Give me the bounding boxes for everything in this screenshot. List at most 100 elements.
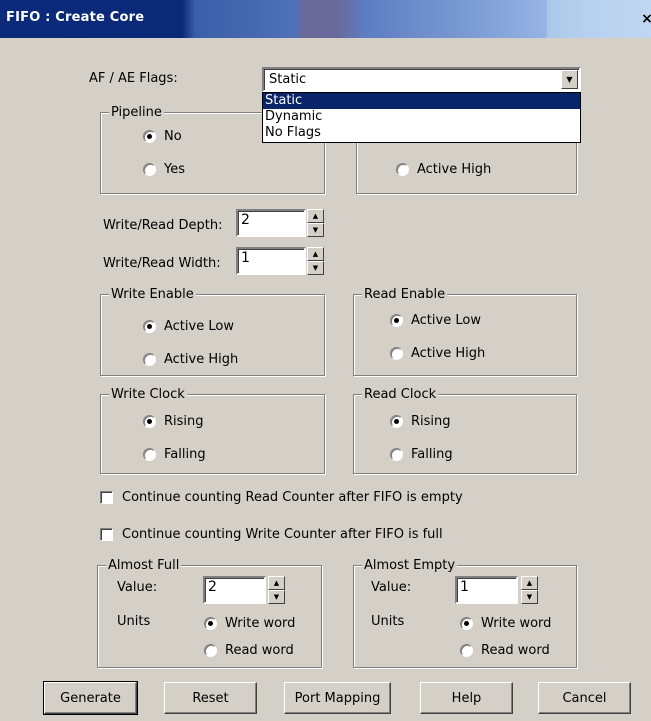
radio-unchecked-icon xyxy=(390,448,403,461)
radio-unchecked-icon xyxy=(390,347,403,360)
flags-dropdown-list: Static Dynamic No Flags xyxy=(262,92,581,143)
radio-checked-icon xyxy=(143,415,156,428)
read-clock-falling-radio[interactable]: Falling xyxy=(390,447,453,462)
write-enable-legend: Write Enable xyxy=(109,287,196,302)
read-clock-rising-radio[interactable]: Rising xyxy=(390,414,451,429)
radio-label: Falling xyxy=(164,447,206,462)
dropdown-option-dynamic[interactable]: Dynamic xyxy=(263,109,580,125)
radio-label: Rising xyxy=(164,414,204,429)
flags-label: AF / AE Flags: xyxy=(89,71,178,86)
radio-unchecked-icon xyxy=(460,644,473,657)
cancel-button[interactable]: Cancel xyxy=(538,682,631,714)
read-clock-legend: Read Clock xyxy=(362,387,439,402)
radio-checked-icon xyxy=(143,130,156,143)
radio-label: Active High xyxy=(411,346,486,361)
read-enable-active-low-radio[interactable]: Active Low xyxy=(390,313,481,328)
radio-checked-icon xyxy=(460,617,473,630)
read-counter-checkbox[interactable]: Continue counting Read Counter after FIF… xyxy=(100,490,463,505)
reset-button[interactable]: Reset xyxy=(164,682,257,714)
radio-label: Active Low xyxy=(164,319,234,334)
read-enable-group: Read Enable xyxy=(353,287,577,376)
width-label: Write/Read Width: xyxy=(103,256,221,271)
almost-full-write-word-radio[interactable]: Write word xyxy=(204,616,295,631)
help-button[interactable]: Help xyxy=(420,682,513,714)
almost-empty-units-label: Units xyxy=(371,614,405,629)
write-clock-rising-radio[interactable]: Rising xyxy=(143,414,204,429)
radio-checked-icon xyxy=(143,320,156,333)
spin-up-icon[interactable]: ▲ xyxy=(521,576,538,590)
pipeline-legend: Pipeline xyxy=(109,105,164,120)
radio-checked-icon xyxy=(204,617,217,630)
almost-full-units-label: Units xyxy=(117,614,151,629)
radio-label: Active Low xyxy=(411,313,481,328)
almost-full-value-input[interactable]: 2 xyxy=(203,576,266,604)
checkbox-label: Continue counting Read Counter after FIF… xyxy=(122,490,463,505)
almost-full-value-label: Value: xyxy=(117,580,158,595)
write-clock-group: Write Clock xyxy=(100,387,325,474)
almost-empty-value-input[interactable]: 1 xyxy=(455,576,518,604)
read-enable-active-high-radio[interactable]: Active High xyxy=(390,346,485,361)
radio-label: No xyxy=(164,129,182,144)
generate-button[interactable]: Generate xyxy=(43,681,138,715)
chevron-down-icon[interactable]: ▼ xyxy=(561,70,578,89)
checkbox-label: Continue counting Write Counter after FI… xyxy=(122,527,443,542)
almost-empty-write-word-radio[interactable]: Write word xyxy=(460,616,551,631)
radio-unchecked-icon xyxy=(143,448,156,461)
almost-empty-value-label: Value: xyxy=(371,580,412,595)
almost-empty-legend: Almost Empty xyxy=(362,558,458,573)
dropdown-option-static[interactable]: Static xyxy=(263,93,580,109)
radio-unchecked-icon xyxy=(396,163,409,176)
flags-select-value: Static xyxy=(269,72,307,87)
width-input[interactable]: 1 xyxy=(236,247,306,275)
radio-unchecked-icon xyxy=(143,353,156,366)
depth-input[interactable]: 2 xyxy=(236,209,306,237)
spin-up-icon[interactable]: ▲ xyxy=(307,209,324,223)
port-mapping-button[interactable]: Port Mapping xyxy=(284,682,391,714)
depth-spinner[interactable]: ▲ ▼ xyxy=(307,209,324,237)
flags-select[interactable]: Static ▼ xyxy=(262,67,581,92)
write-clock-legend: Write Clock xyxy=(109,387,187,402)
radio-label: Read word xyxy=(481,643,550,658)
radio-label: Active High xyxy=(417,162,492,177)
radio-label: Write word xyxy=(225,616,296,631)
dialog-window: FIFO : Create Core × AF / AE Flags: Pipe… xyxy=(0,0,651,721)
checkbox-icon xyxy=(100,528,113,541)
almost-empty-spinner[interactable]: ▲ ▼ xyxy=(521,576,538,604)
write-clock-falling-radio[interactable]: Falling xyxy=(143,447,206,462)
spin-down-icon[interactable]: ▼ xyxy=(307,261,324,275)
almost-full-spinner[interactable]: ▲ ▼ xyxy=(268,576,285,604)
window-title: FIFO : Create Core xyxy=(6,10,145,25)
pipeline-no-radio[interactable]: No xyxy=(143,129,182,144)
radio-checked-icon xyxy=(390,415,403,428)
spin-up-icon[interactable]: ▲ xyxy=(268,576,285,590)
width-spinner[interactable]: ▲ ▼ xyxy=(307,247,324,275)
pipeline-yes-radio[interactable]: Yes xyxy=(143,162,185,177)
checkbox-icon xyxy=(100,491,113,504)
almost-empty-read-word-radio[interactable]: Read word xyxy=(460,643,550,658)
spin-down-icon[interactable]: ▼ xyxy=(307,223,324,237)
radio-label: Yes xyxy=(164,162,185,177)
write-enable-active-high-radio[interactable]: Active High xyxy=(143,352,238,367)
radio-label: Active High xyxy=(164,352,239,367)
radio-checked-icon xyxy=(390,314,403,327)
title-bar[interactable]: FIFO : Create Core × xyxy=(0,0,651,38)
spin-down-icon[interactable]: ▼ xyxy=(521,590,538,604)
write-counter-checkbox[interactable]: Continue counting Write Counter after FI… xyxy=(100,527,443,542)
close-icon[interactable]: × xyxy=(639,11,651,27)
depth-label: Write/Read Depth: xyxy=(103,218,223,233)
read-enable-legend: Read Enable xyxy=(362,287,448,302)
spin-down-icon[interactable]: ▼ xyxy=(268,590,285,604)
radio-label: Write word xyxy=(481,616,552,631)
almost-full-read-word-radio[interactable]: Read word xyxy=(204,643,294,658)
read-clock-group: Read Clock xyxy=(353,387,577,474)
hidden-group-active-high-radio[interactable]: Active High xyxy=(396,162,491,177)
radio-label: Rising xyxy=(411,414,451,429)
almost-full-legend: Almost Full xyxy=(106,558,182,573)
radio-unchecked-icon xyxy=(143,163,156,176)
radio-unchecked-icon xyxy=(204,644,217,657)
dropdown-option-no-flags[interactable]: No Flags xyxy=(263,125,580,141)
write-enable-active-low-radio[interactable]: Active Low xyxy=(143,319,234,334)
radio-label: Read word xyxy=(225,643,294,658)
spin-up-icon[interactable]: ▲ xyxy=(307,247,324,261)
radio-label: Falling xyxy=(411,447,453,462)
